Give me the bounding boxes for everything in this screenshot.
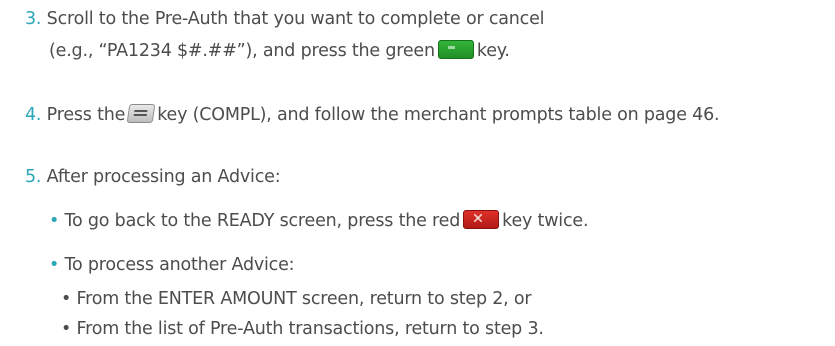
sub-bullet-marker: • bbox=[61, 289, 72, 309]
step-3-number: 3. bbox=[25, 9, 42, 29]
red-cancel-key-icon bbox=[463, 210, 500, 229]
step-3-text-before-key: (e.g., “PA1234 $#.##”), and press the gr… bbox=[49, 41, 435, 61]
sub-bullet-item: • From the list of Pre-Auth transactions… bbox=[61, 318, 544, 340]
step-4-number: 4. bbox=[25, 105, 42, 125]
step-4-line: 4. Press the key (COMPL), and follow the … bbox=[25, 104, 720, 126]
bullet-item-process-another: • To process another Advice: bbox=[49, 254, 295, 276]
step-4-text-after-key: key (COMPL), and follow the merchant pro… bbox=[157, 105, 720, 125]
sub-bullet-item: • From the ENTER AMOUNT screen, return t… bbox=[61, 288, 532, 310]
gray-menu-key-icon bbox=[126, 104, 156, 123]
step-3-line-1: 3. Scroll to the Pre-Auth that you want … bbox=[25, 8, 545, 30]
bullet-item-back-to-ready: • To go back to the READY screen, press … bbox=[49, 210, 589, 232]
step-3-line-2: (e.g., “PA1234 $#.##”), and press the gr… bbox=[49, 40, 510, 62]
step-5-number: 5. bbox=[25, 167, 42, 187]
bullet-2-text: To process another Advice: bbox=[64, 255, 295, 275]
sub-bullet-1-text: From the ENTER AMOUNT screen, return to … bbox=[76, 289, 532, 309]
step-5-line: 5. After processing an Advice: bbox=[25, 166, 281, 188]
bullet-marker: • bbox=[49, 255, 60, 275]
bullet-1-text-before-key: To go back to the READY screen, press th… bbox=[64, 211, 461, 231]
sub-bullet-2-text: From the list of Pre-Auth transactions, … bbox=[76, 319, 544, 339]
step-5-text: After processing an Advice: bbox=[46, 167, 281, 187]
step-3-text-after-key: key. bbox=[476, 41, 510, 61]
sub-bullet-marker: • bbox=[61, 319, 72, 339]
instruction-steps: 3. Scroll to the Pre-Auth that you want … bbox=[0, 0, 835, 346]
green-enter-key-icon bbox=[437, 40, 474, 59]
bullet-1-text-after-key: key twice. bbox=[502, 211, 589, 231]
bullet-marker: • bbox=[49, 211, 60, 231]
step-3-text: Scroll to the Pre-Auth that you want to … bbox=[46, 9, 545, 29]
step-4-text-before-key: Press the bbox=[46, 105, 126, 125]
